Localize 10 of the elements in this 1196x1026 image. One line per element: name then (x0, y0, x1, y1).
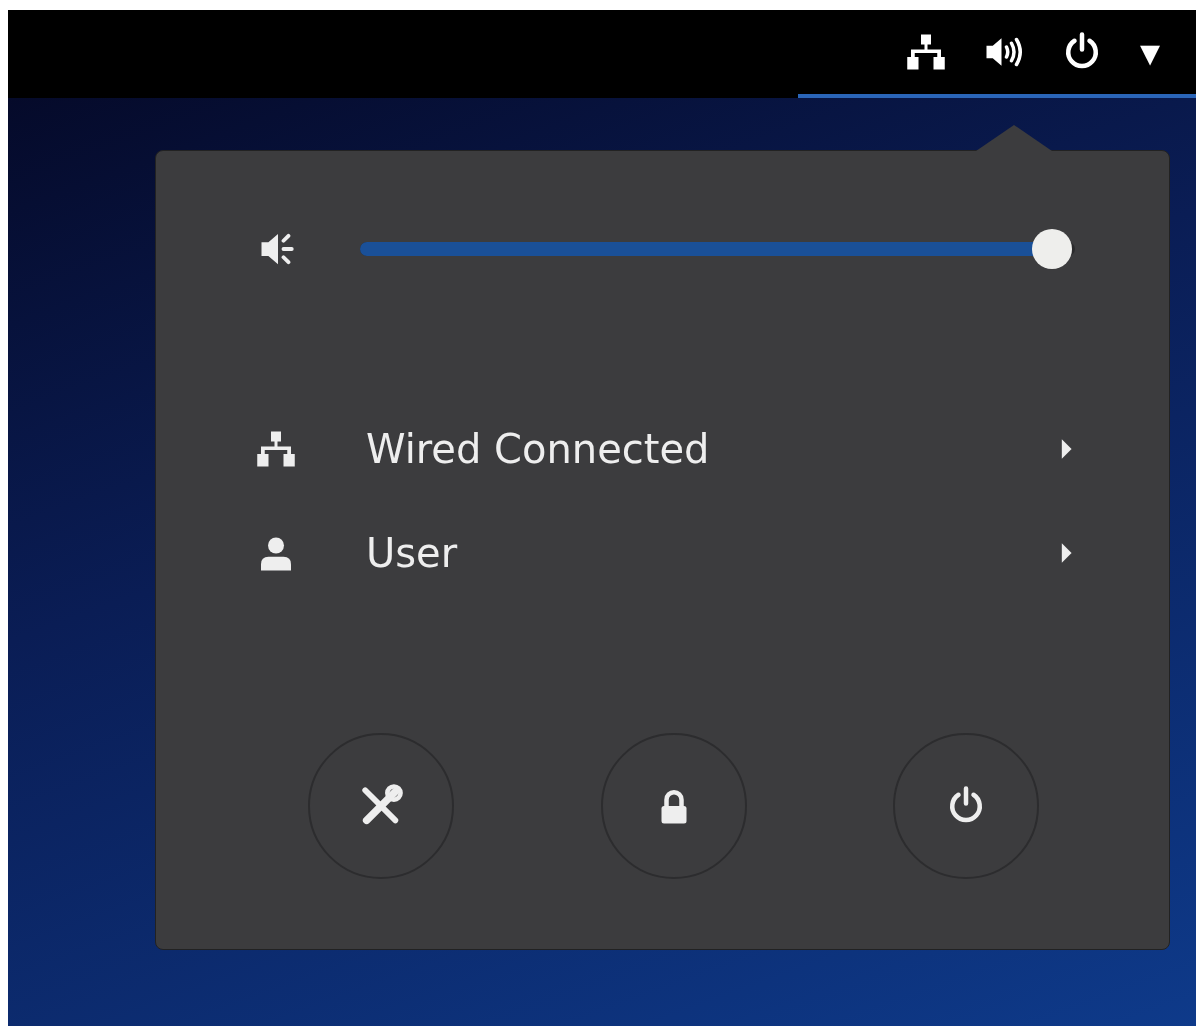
menu-item[interactable]: Wired Connected (256, 421, 1079, 477)
arrow-icon (1059, 541, 1073, 565)
dropdown-arrow: ▾ (1139, 32, 1160, 72)
menu-item[interactable]: User (256, 525, 1079, 581)
arrow-icon (1059, 437, 1073, 461)
menu-item-label: Wired Connected (366, 426, 711, 472)
slider-handle[interactable] (1032, 229, 1073, 269)
network-icon (905, 32, 946, 72)
network-icon (256, 429, 296, 469)
menu-item-label: User (366, 530, 459, 576)
